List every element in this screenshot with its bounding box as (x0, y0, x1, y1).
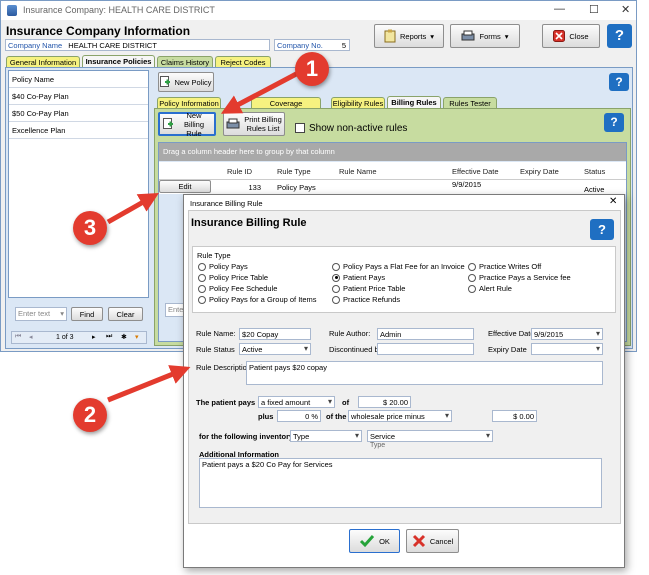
annotation-arrows (106, 69, 302, 403)
arrow-3 (106, 193, 159, 225)
callout-1: 1 (295, 52, 329, 86)
arrow-2 (107, 365, 191, 403)
arrow-1 (220, 69, 302, 114)
callout-2: 2 (73, 398, 107, 432)
callout-3: 3 (73, 211, 107, 245)
